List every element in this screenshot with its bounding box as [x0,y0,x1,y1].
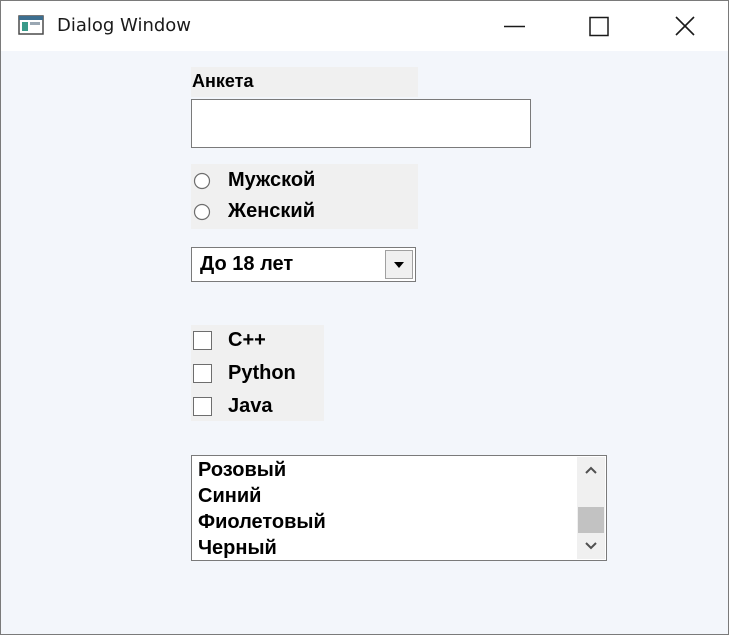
checkbox-java[interactable]: Java [191,391,324,421]
languages-checkbox-group: C++ Python Java [191,325,324,421]
colors-listbox[interactable]: Розовый Синий Фиолетовый Черный [191,455,607,561]
checkbox-python[interactable]: Python [191,358,324,388]
gender-radio-group: Мужской Женский [191,164,418,229]
checkbox-label-java: Java [228,395,273,417]
form-label: Анкета [191,67,418,97]
checkbox-label-cpp: C++ [228,329,266,351]
checkbox-box[interactable] [193,397,212,416]
listbox-scrollbar[interactable] [577,457,605,559]
minimize-button[interactable] [479,1,551,51]
scroll-up-button[interactable] [577,457,605,483]
application-icon [18,14,44,36]
scroll-down-button[interactable] [577,533,605,559]
age-combobox-value: До 18 лет [200,253,294,275]
list-item[interactable]: Синий [198,483,261,509]
close-button[interactable] [649,1,721,51]
radio-label-female: Женский [228,200,316,222]
radio-female[interactable]: Женский [191,196,418,226]
checkbox-cpp[interactable]: C++ [191,325,324,355]
age-dropdown-button[interactable] [385,250,413,279]
list-item[interactable]: Розовый [198,457,286,483]
dialog-window: Dialog Window Анкета Мужской Женский До … [0,0,729,635]
list-item[interactable]: Черный [198,535,277,561]
checkbox-box[interactable] [193,331,212,350]
scrollbar-thumb[interactable] [578,507,604,533]
radio-male[interactable]: Мужской [191,165,418,195]
name-input[interactable] [191,99,531,148]
checkbox-box[interactable] [193,364,212,383]
title-bar[interactable]: Dialog Window [1,1,728,51]
checkbox-label-python: Python [228,362,296,384]
list-item[interactable]: Фиолетовый [198,509,326,535]
maximize-button[interactable] [564,1,636,51]
age-combobox[interactable]: До 18 лет [191,247,416,282]
radio-label-male: Мужской [228,169,316,191]
window-title: Dialog Window [57,15,192,36]
